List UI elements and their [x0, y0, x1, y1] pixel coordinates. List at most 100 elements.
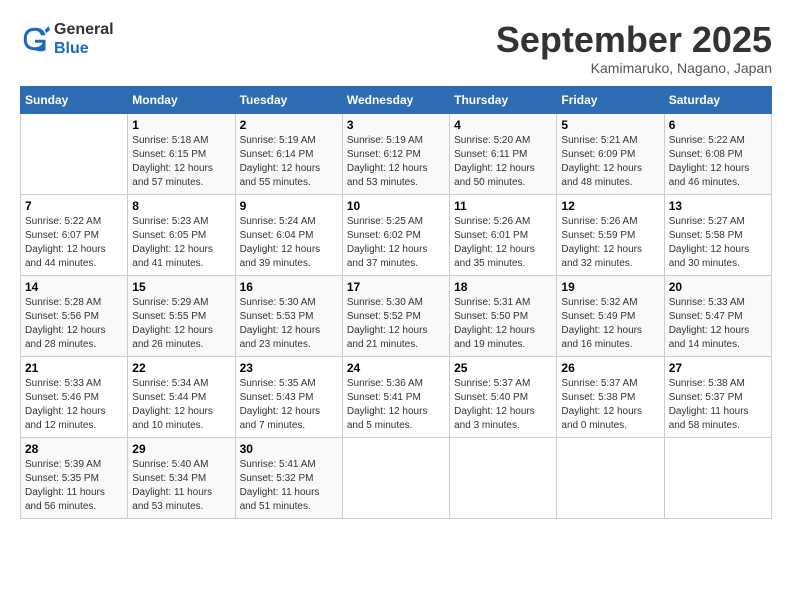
calendar-cell: 5 Sunrise: 5:21 AM Sunset: 6:09 PM Daylig…	[557, 113, 664, 194]
day-info: Sunrise: 5:18 AM Sunset: 6:15 PM Dayligh…	[132, 134, 230, 190]
logo: General Blue	[20, 20, 114, 58]
day-number: 6	[669, 118, 767, 132]
calendar-cell: 18 Sunrise: 5:31 AM Sunset: 5:50 PM Dayli…	[450, 275, 557, 356]
day-number: 24	[347, 361, 445, 375]
day-info: Sunrise: 5:22 AM Sunset: 6:07 PM Dayligh…	[25, 215, 123, 271]
month-title: September 2025	[496, 20, 772, 60]
weekday-header: Thursday	[450, 86, 557, 113]
calendar-cell: 9 Sunrise: 5:24 AM Sunset: 6:04 PM Daylig…	[235, 194, 342, 275]
weekday-header-row: SundayMondayTuesdayWednesdayThursdayFrid…	[21, 86, 772, 113]
calendar-week-row: 1 Sunrise: 5:18 AM Sunset: 6:15 PM Daylig…	[21, 113, 772, 194]
day-number: 11	[454, 199, 552, 213]
calendar-cell: 20Sunrise: 5:33 AM Sunset: 5:47 PM Dayli…	[664, 275, 771, 356]
weekday-header: Monday	[128, 86, 235, 113]
day-number: 1	[132, 118, 230, 132]
calendar-cell: 8 Sunrise: 5:23 AM Sunset: 6:05 PM Daylig…	[128, 194, 235, 275]
day-info: Sunrise: 5:33 AM Sunset: 5:46 PM Dayligh…	[25, 377, 123, 433]
day-info: Sunrise: 5:24 AM Sunset: 6:04 PM Dayligh…	[240, 215, 338, 271]
day-info: Sunrise: 5:31 AM Sunset: 5:50 PM Dayligh…	[454, 296, 552, 352]
day-number: 9	[240, 199, 338, 213]
logo-general: General	[54, 20, 114, 39]
day-number: 29	[132, 442, 230, 456]
calendar-cell: 1 Sunrise: 5:18 AM Sunset: 6:15 PM Daylig…	[128, 113, 235, 194]
day-number: 13	[669, 199, 767, 213]
day-number: 3	[347, 118, 445, 132]
day-number: 21	[25, 361, 123, 375]
day-info: Sunrise: 5:25 AM Sunset: 6:02 PM Dayligh…	[347, 215, 445, 271]
day-number: 25	[454, 361, 552, 375]
page-header: General Blue September 2025 Kamimaruko, …	[20, 20, 772, 76]
calendar-cell	[557, 437, 664, 518]
day-number: 27	[669, 361, 767, 375]
day-info: Sunrise: 5:40 AM Sunset: 5:34 PM Dayligh…	[132, 458, 230, 514]
day-info: Sunrise: 5:41 AM Sunset: 5:32 PM Dayligh…	[240, 458, 338, 514]
calendar-cell: 26 Sunrise: 5:37 AM Sunset: 5:38 PM Dayli…	[557, 356, 664, 437]
weekday-header: Wednesday	[342, 86, 449, 113]
day-info: Sunrise: 5:23 AM Sunset: 6:05 PM Dayligh…	[132, 215, 230, 271]
day-info: Sunrise: 5:19 AM Sunset: 6:12 PM Dayligh…	[347, 134, 445, 190]
day-number: 5	[561, 118, 659, 132]
calendar-cell: 21 Sunrise: 5:33 AM Sunset: 5:46 PM Dayli…	[21, 356, 128, 437]
logo-text: General Blue	[54, 20, 114, 58]
day-number: 18	[454, 280, 552, 294]
calendar-cell: 23 Sunrise: 5:35 AM Sunset: 5:43 PM Dayli…	[235, 356, 342, 437]
day-info: Sunrise: 5:37 AM Sunset: 5:38 PM Dayligh…	[561, 377, 659, 433]
calendar-cell: 11 Sunrise: 5:26 AM Sunset: 6:01 PM Dayli…	[450, 194, 557, 275]
day-info: Sunrise: 5:22 AM Sunset: 6:08 PM Dayligh…	[669, 134, 767, 190]
calendar-cell: 16Sunrise: 5:30 AM Sunset: 5:53 PM Dayli…	[235, 275, 342, 356]
day-info: Sunrise: 5:36 AM Sunset: 5:41 PM Dayligh…	[347, 377, 445, 433]
calendar-cell: 6 Sunrise: 5:22 AM Sunset: 6:08 PM Daylig…	[664, 113, 771, 194]
weekday-header: Friday	[557, 86, 664, 113]
day-number: 22	[132, 361, 230, 375]
day-info: Sunrise: 5:37 AM Sunset: 5:40 PM Dayligh…	[454, 377, 552, 433]
day-info: Sunrise: 5:35 AM Sunset: 5:43 PM Dayligh…	[240, 377, 338, 433]
calendar-cell	[21, 113, 128, 194]
day-number: 7	[25, 199, 123, 213]
day-number: 14	[25, 280, 123, 294]
calendar-cell: 27 Sunrise: 5:38 AM Sunset: 5:37 PM Dayli…	[664, 356, 771, 437]
calendar-cell: 19Sunrise: 5:32 AM Sunset: 5:49 PM Dayli…	[557, 275, 664, 356]
calendar-cell: 25 Sunrise: 5:37 AM Sunset: 5:40 PM Dayli…	[450, 356, 557, 437]
weekday-header: Sunday	[21, 86, 128, 113]
calendar-week-row: 28 Sunrise: 5:39 AM Sunset: 5:35 PM Dayli…	[21, 437, 772, 518]
day-number: 8	[132, 199, 230, 213]
calendar-week-row: 14 Sunrise: 5:28 AM Sunset: 5:56 PM Dayli…	[21, 275, 772, 356]
calendar-cell: 7 Sunrise: 5:22 AM Sunset: 6:07 PM Daylig…	[21, 194, 128, 275]
day-number: 28	[25, 442, 123, 456]
calendar-cell: 29 Sunrise: 5:40 AM Sunset: 5:34 PM Dayli…	[128, 437, 235, 518]
calendar-table: SundayMondayTuesdayWednesdayThursdayFrid…	[20, 86, 772, 519]
day-info: Sunrise: 5:38 AM Sunset: 5:37 PM Dayligh…	[669, 377, 767, 433]
calendar-week-row: 21 Sunrise: 5:33 AM Sunset: 5:46 PM Dayli…	[21, 356, 772, 437]
day-number: 20	[669, 280, 767, 294]
day-number: 19	[561, 280, 659, 294]
day-number: 30	[240, 442, 338, 456]
logo-blue: Blue	[54, 39, 114, 58]
day-info: Sunrise: 5:26 AM Sunset: 6:01 PM Dayligh…	[454, 215, 552, 271]
day-number: 26	[561, 361, 659, 375]
calendar-cell	[342, 437, 449, 518]
day-info: Sunrise: 5:21 AM Sunset: 6:09 PM Dayligh…	[561, 134, 659, 190]
day-info: Sunrise: 5:34 AM Sunset: 5:44 PM Dayligh…	[132, 377, 230, 433]
logo-icon	[20, 24, 50, 54]
calendar-cell: 3 Sunrise: 5:19 AM Sunset: 6:12 PM Daylig…	[342, 113, 449, 194]
calendar-cell: 10Sunrise: 5:25 AM Sunset: 6:02 PM Dayli…	[342, 194, 449, 275]
day-number: 2	[240, 118, 338, 132]
calendar-cell: 30 Sunrise: 5:41 AM Sunset: 5:32 PM Dayli…	[235, 437, 342, 518]
calendar-cell: 4Sunrise: 5:20 AM Sunset: 6:11 PM Daylig…	[450, 113, 557, 194]
day-number: 23	[240, 361, 338, 375]
calendar-cell: 24 Sunrise: 5:36 AM Sunset: 5:41 PM Dayli…	[342, 356, 449, 437]
location: Kamimaruko, Nagano, Japan	[496, 60, 772, 76]
day-info: Sunrise: 5:28 AM Sunset: 5:56 PM Dayligh…	[25, 296, 123, 352]
day-info: Sunrise: 5:19 AM Sunset: 6:14 PM Dayligh…	[240, 134, 338, 190]
calendar-cell: 22 Sunrise: 5:34 AM Sunset: 5:44 PM Dayli…	[128, 356, 235, 437]
weekday-header: Tuesday	[235, 86, 342, 113]
calendar-cell: 13Sunrise: 5:27 AM Sunset: 5:58 PM Dayli…	[664, 194, 771, 275]
day-number: 17	[347, 280, 445, 294]
day-info: Sunrise: 5:30 AM Sunset: 5:52 PM Dayligh…	[347, 296, 445, 352]
calendar-cell	[664, 437, 771, 518]
calendar-cell: 14 Sunrise: 5:28 AM Sunset: 5:56 PM Dayli…	[21, 275, 128, 356]
day-number: 15	[132, 280, 230, 294]
calendar-cell: 28 Sunrise: 5:39 AM Sunset: 5:35 PM Dayli…	[21, 437, 128, 518]
day-info: Sunrise: 5:26 AM Sunset: 5:59 PM Dayligh…	[561, 215, 659, 271]
day-info: Sunrise: 5:39 AM Sunset: 5:35 PM Dayligh…	[25, 458, 123, 514]
